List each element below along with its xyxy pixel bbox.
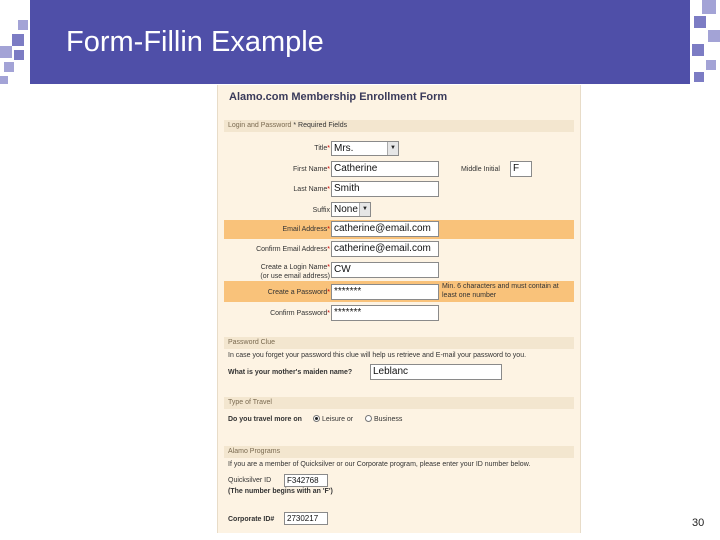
business-label: Business [374,416,403,423]
last-name-input[interactable]: Smith [331,181,439,197]
password-hint: Min. 6 characters and must contain at le… [442,283,559,299]
decor-square [0,46,12,58]
chevron-down-icon: ▼ [359,203,370,216]
radio-business[interactable] [365,415,372,422]
section-login-label: Login and Password [228,122,292,129]
password-label: Create a Password* [267,289,330,296]
decor-square [708,30,720,42]
section-password-clue: Password Clue [224,337,574,349]
travel-leisure-option[interactable]: Leisure or [313,415,353,423]
first-name-input[interactable]: Catherine [331,161,439,177]
radio-leisure[interactable] [313,415,320,422]
quicksilver-label: Quicksilver ID [228,477,272,484]
corporate-input[interactable]: 2730217 [284,512,328,525]
title-select[interactable]: Mrs. ▼ [331,141,399,156]
decor-square [14,50,24,60]
quicksilver-input[interactable]: F342768 [284,474,328,487]
decor-square [706,60,716,70]
confirm-password-label: Confirm Password* [270,310,330,317]
last-name-label: Last Name* [293,186,330,193]
decor-square [702,0,716,14]
section-programs: Alamo Programs [224,446,574,458]
quicksilver-note: (The number begins with an 'F') [228,488,333,495]
decor-square [692,44,704,56]
enrollment-form: Alamo.com Membership Enrollment Form Log… [217,85,581,533]
title-label: Title* [314,145,330,152]
suffix-value: None [334,204,358,215]
confirm-email-input[interactable]: catherine@email.com [331,241,439,257]
email-input[interactable]: catherine@email.com [331,221,439,237]
clue-input[interactable]: Leblanc [370,364,502,380]
login-name-label: Create a Login Name* (or use email addres… [260,264,330,280]
clue-help-text: In case you forget your password this cl… [228,352,527,359]
decor-square [18,20,28,30]
confirm-email-label: Confirm Email Address* [256,246,330,253]
confirm-password-input[interactable]: ******* [331,305,439,321]
suffix-label: Suffix [312,207,330,214]
password-input[interactable]: ******* [331,284,439,300]
middle-initial-input[interactable]: F [510,161,532,177]
travel-business-option[interactable]: Business [365,415,402,423]
clue-question-label: What is your mother's maiden name? [228,369,353,376]
chevron-down-icon: ▼ [387,142,398,155]
required-fields-note: * Required Fields [293,122,348,129]
decor-square [0,76,8,84]
email-label: Email Address* [282,226,330,233]
suffix-select[interactable]: None ▼ [331,202,371,217]
login-name-input[interactable]: CW [331,262,439,278]
form-title: Alamo.com Membership Enrollment Form [229,91,448,103]
page-number: 30 [692,517,705,529]
middle-initial-label: Middle Initial [461,166,500,173]
slide-header: Form-Fillin Example [30,0,690,84]
decor-square [694,72,704,82]
travel-question-label: Do you travel more on [228,416,302,423]
decor-square [12,34,24,46]
programs-help-text: If you are a member of Quicksilver or ou… [228,461,531,468]
decor-square [694,16,706,28]
slide-title: Form-Fillin Example [66,26,324,58]
title-value: Mrs. [334,143,354,154]
leisure-label: Leisure or [322,416,354,423]
section-travel: Type of Travel [224,397,574,409]
decor-square [4,62,14,72]
corporate-label: Corporate ID# [228,516,275,523]
section-login: Login and Password * Required Fields [224,120,574,132]
first-name-label: First Name* [293,166,330,173]
